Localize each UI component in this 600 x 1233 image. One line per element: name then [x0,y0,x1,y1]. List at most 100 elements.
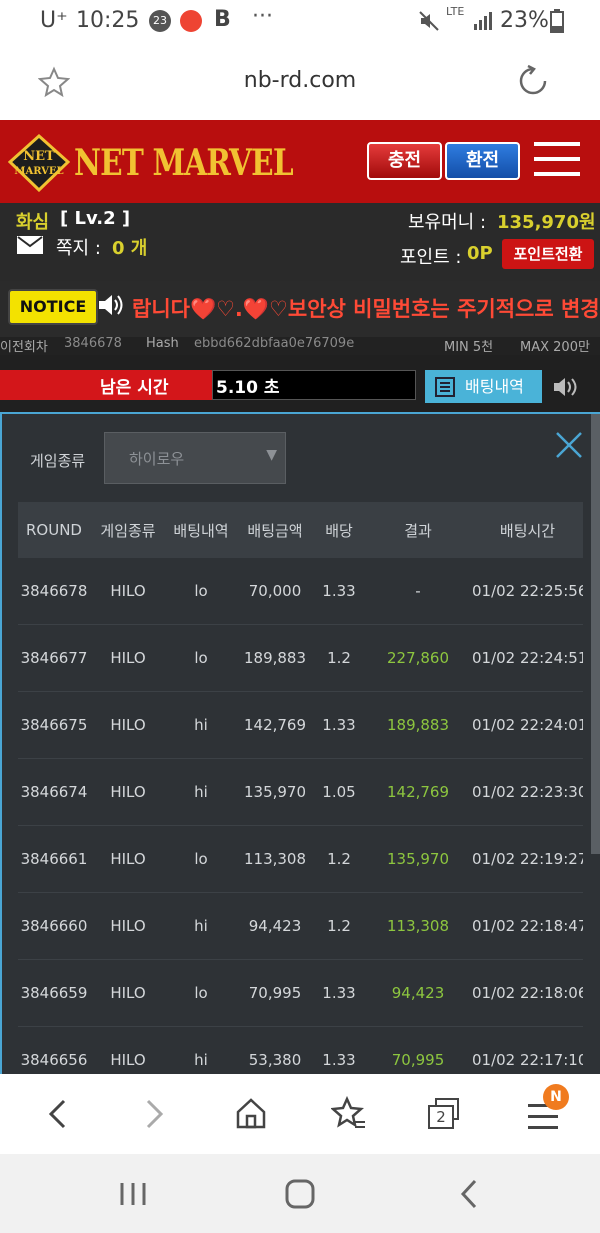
bet-history-label: 배팅내역 [465,377,524,396]
cell-odds: 1.33 [314,558,364,625]
bet-history-modal: 게임종류 하이로우 ▼ ROUND 게임종류 배팅내역 배팅금액 배당 결과 배… [0,412,600,1074]
home-button-icon[interactable] [284,1178,316,1210]
game-type-select[interactable]: 하이로우 ▼ [104,432,286,484]
game-type-value: 하이로우 [129,450,185,468]
svg-text:NET: NET [23,149,55,164]
sound-icon[interactable] [552,376,582,398]
col-round: ROUND [18,502,90,558]
cell-odds: 1.33 [314,691,364,759]
table-row: 3846660 HILO hi 94,423 1.2 113,308 01/02… [18,892,583,960]
cell-bet-amount: 113,308 [236,825,314,893]
table-header-row: ROUND 게임종류 배팅내역 배팅금액 배당 결과 배팅시간 [18,502,583,558]
notice-badge: NOTICE [8,289,98,325]
cell-game-type: HILO [90,558,166,625]
bookmarks-icon[interactable] [331,1096,367,1130]
col-bet-choice: 배팅내역 [166,502,236,558]
cell-bet-amount: 142,769 [236,691,314,759]
min-bet: MIN 5천 [444,340,494,355]
bet-history-button[interactable]: 배팅내역 [425,370,542,403]
notification-count-icon: 23 [149,10,171,32]
game-type-label: 게임종류 [30,452,86,470]
cell-game-type: HILO [90,758,166,826]
cell-result: 113,308 [364,892,472,960]
cell-round: 3846659 [18,959,90,1027]
point-convert-button[interactable]: 포인트전환 [502,239,594,269]
forward-icon[interactable] [140,1098,168,1130]
message-label[interactable]: 쪽지 : [56,234,101,260]
deposit-button[interactable]: 충전 [367,142,442,180]
cell-odds: 1.2 [314,624,364,692]
browser-bottom-nav: 2 N [0,1074,600,1154]
recent-apps-icon[interactable] [118,1180,148,1208]
table-row: 3846661 HILO lo 113,308 1.2 135,970 01/0… [18,825,583,893]
table-row: 3846675 HILO hi 142,769 1.33 189,883 01/… [18,691,583,759]
withdraw-button[interactable]: 환전 [445,142,520,180]
cell-bet-time: 01/02 22:25:56 [472,558,583,625]
tabs-count: 2 [428,1105,454,1129]
money-label: 보유머니 : [408,212,487,233]
home-icon[interactable] [234,1096,268,1130]
signal-icon [474,12,492,30]
lte-icon: LTE [446,5,465,18]
cell-bet-choice: lo [166,825,236,893]
cell-bet-amount: 70,995 [236,959,314,1027]
cell-bet-choice: lo [166,624,236,692]
system-back-icon[interactable] [456,1178,482,1210]
scrollbar[interactable] [591,414,600,854]
table-row: 3846678 HILO lo 70,000 1.33 - 01/02 22:2… [18,558,583,625]
cell-odds: 1.2 [314,892,364,960]
cell-round: 3846656 [18,1026,90,1074]
cell-odds: 1.33 [314,1026,364,1074]
cell-game-type: HILO [90,825,166,893]
hamburger-menu-icon[interactable] [534,142,580,182]
notice-text: 랍니다❤️♡.❤️♡보안상 비밀번호는 주기적으로 변경 [132,297,600,321]
logo-emblem[interactable]: NET MARVEL [8,134,70,192]
notice-bar: NOTICE 랍니다❤️♡.❤️♡보안상 비밀번호는 주기적으로 변경 [0,281,600,337]
new-badge: N [543,1084,569,1110]
prev-round-value: 3846678 [64,337,122,351]
username: 화심 [16,212,50,233]
cell-game-type: HILO [90,959,166,1027]
point-label: 포인트 : [400,247,462,268]
cell-bet-choice: hi [166,892,236,960]
cell-game-type: HILO [90,624,166,692]
cell-bet-choice: hi [166,691,236,759]
cell-bet-choice: lo [166,558,236,625]
round-info-strip: 이전회차 3846678 Hash ebbd662dbfaa0e76709e M… [0,337,600,355]
cell-round: 3846678 [18,558,90,625]
cell-bet-time: 01/02 22:19:27 [472,825,583,893]
cell-bet-amount: 70,000 [236,558,314,625]
max-bet: MAX 200만 [520,340,590,355]
timer-label: 남은 시간 [100,378,169,398]
carrier-label: U⁺ [40,8,68,33]
cell-round: 3846660 [18,892,90,960]
svg-text:MARVEL: MARVEL [14,166,63,177]
bet-history-table: ROUND 게임종류 배팅내역 배팅금액 배당 결과 배팅시간 3846678 … [18,502,583,1074]
message-count[interactable]: 0 개 [112,234,147,260]
cell-bet-amount: 53,380 [236,1026,314,1074]
url-text[interactable]: nb-rd.com [0,68,600,93]
reload-icon[interactable] [516,64,550,98]
cell-round: 3846674 [18,758,90,826]
cell-bet-amount: 135,970 [236,758,314,826]
table-row: 3846674 HILO hi 135,970 1.05 142,769 01/… [18,758,583,826]
cell-bet-choice: hi [166,1026,236,1074]
mute-icon [419,11,439,31]
app-notification-icon [180,10,202,32]
logo-text[interactable]: NET MARVEL [74,142,294,184]
cell-result: 94,423 [364,959,472,1027]
hash-label: Hash [146,337,179,351]
table-row: 3846677 HILO lo 189,883 1.2 227,860 01/0… [18,624,583,692]
mail-icon[interactable] [16,235,44,255]
cell-bet-time: 01/02 22:18:47 [472,892,583,960]
cell-result: 227,860 [364,624,472,692]
tabs-icon[interactable]: 2 [428,1098,462,1130]
browser-url-bar: nb-rd.com [0,44,600,120]
back-icon[interactable] [44,1098,72,1130]
point-value: 0P [467,243,493,264]
col-odds: 배당 [314,502,364,558]
table-row: 3846659 HILO lo 70,995 1.33 94,423 01/02… [18,959,583,1027]
cell-result: - [364,558,472,625]
cell-odds: 1.05 [314,758,364,826]
close-icon[interactable] [554,430,584,460]
